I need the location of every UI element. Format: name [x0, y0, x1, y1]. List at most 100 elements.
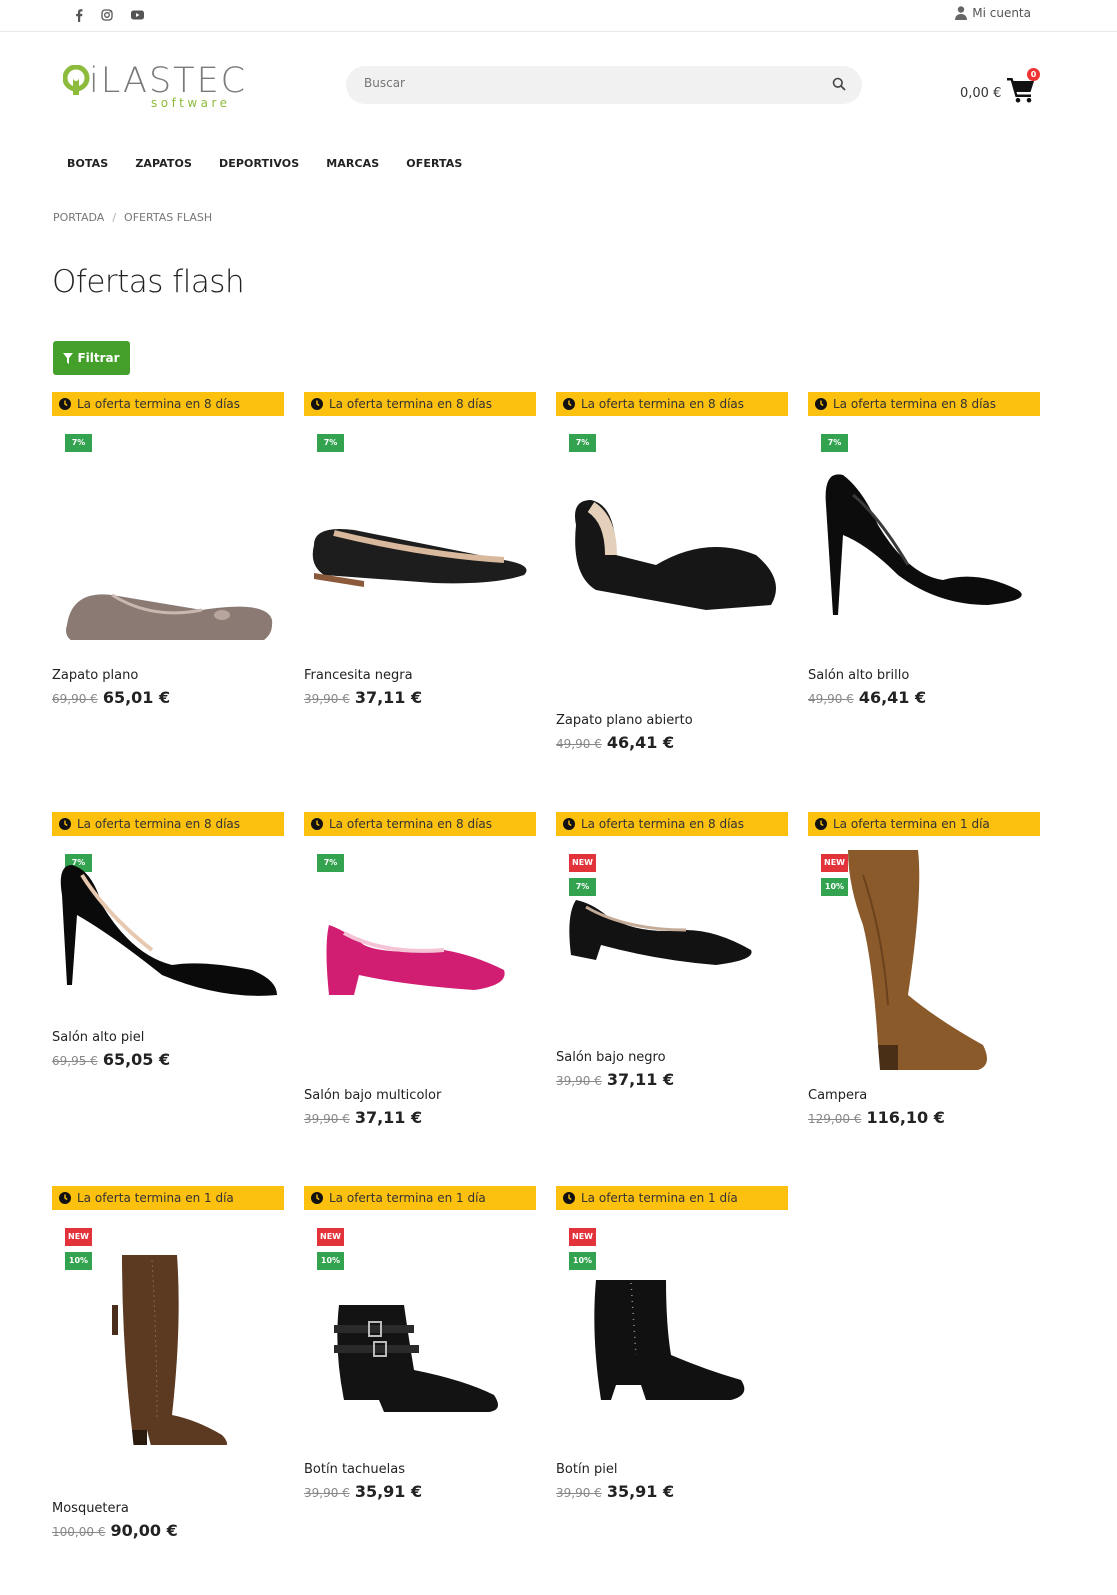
old-price: 49,90 €: [556, 737, 602, 751]
clock-icon: [815, 398, 827, 410]
discount-badge: 7%: [569, 878, 596, 896]
product-card[interactable]: La oferta termina en 1 día NEW 10% Botín pi…: [556, 1186, 788, 1506]
sale-price: 37,11 €: [354, 1108, 423, 1127]
offer-countdown: La oferta termina en 8 días: [556, 392, 788, 416]
new-badge: NEW: [569, 854, 596, 872]
product-name[interactable]: Mosquetera: [52, 1501, 129, 1516]
product-price: 49,90 € 46,41 €: [808, 688, 926, 707]
sale-price: 46,41 €: [858, 688, 927, 707]
discount-badge: 7%: [317, 434, 344, 452]
product-card[interactable]: La oferta termina en 8 días 7% Salón bajo …: [304, 812, 536, 1132]
logo-mark-icon: [63, 65, 90, 95]
instagram-icon[interactable]: [99, 7, 115, 23]
cart-total[interactable]: 0,00 €: [960, 86, 1001, 101]
discount-badge: 7%: [821, 434, 848, 452]
nav-item-deportivos[interactable]: DEPORTIVOS: [219, 157, 299, 170]
product-name[interactable]: Botín tachuelas: [304, 1462, 405, 1477]
product-card[interactable]: La oferta termina en 1 día NEW 10% Campera 1…: [808, 812, 1040, 1132]
search-input[interactable]: [364, 76, 804, 90]
account-link[interactable]: Mi cuenta: [955, 6, 1031, 20]
new-badge: NEW: [65, 1228, 92, 1246]
logo[interactable]: iLASTEC software: [63, 62, 288, 112]
offer-countdown: La oferta termina en 1 día: [556, 1186, 788, 1210]
new-badge: NEW: [569, 1228, 596, 1246]
sale-price: 65,05 €: [102, 1050, 171, 1069]
product-price: 69,90 € 65,01 €: [52, 688, 170, 707]
product-name[interactable]: Francesita negra: [304, 668, 413, 683]
product-name[interactable]: Salón bajo multicolor: [304, 1088, 441, 1103]
breadcrumb: PORTADA / OFERTAS FLASH: [53, 211, 212, 224]
cart-icon[interactable]: [1007, 77, 1035, 103]
nav-item-zapatos[interactable]: ZAPATOS: [135, 157, 192, 170]
facebook-icon[interactable]: [71, 7, 87, 23]
product-image[interactable]: [808, 465, 1040, 639]
nav-item-botas[interactable]: BOTAS: [67, 157, 108, 170]
product-image[interactable]: [808, 845, 1040, 1079]
product-image[interactable]: [304, 915, 536, 1019]
old-price: 49,90 €: [808, 692, 854, 706]
offer-text: La oferta termina en 8 días: [77, 817, 241, 831]
product-image[interactable]: [556, 1275, 788, 1419]
clock-icon: [59, 1192, 71, 1204]
offer-countdown: La oferta termina en 1 día: [304, 1186, 536, 1210]
product-name[interactable]: Botín piel: [556, 1462, 617, 1477]
product-price: 39,90 € 37,11 €: [556, 1070, 674, 1089]
user-icon: [955, 6, 968, 20]
product-card[interactable]: La oferta termina en 8 días 7% Salón alto …: [52, 812, 284, 1074]
breadcrumb-home[interactable]: PORTADA: [53, 211, 104, 224]
product-card[interactable]: La oferta termina en 8 días NEW 7% Salón ba…: [556, 812, 788, 1094]
top-bar: Mi cuenta: [0, 0, 1117, 32]
product-card[interactable]: La oferta termina en 1 día NEW 10% Botín ta…: [304, 1186, 536, 1506]
offer-countdown: La oferta termina en 1 día: [808, 812, 1040, 836]
product-card[interactable]: La oferta termina en 8 días 7% Zapato plan…: [556, 392, 788, 757]
offer-text: La oferta termina en 1 día: [833, 817, 990, 831]
product-card[interactable]: La oferta termina en 1 día NEW 10% Mosquete…: [52, 1186, 284, 1545]
product-image[interactable]: [556, 495, 788, 619]
product-image[interactable]: [52, 1245, 284, 1450]
offer-text: La oferta termina en 8 días: [77, 397, 241, 411]
product-card[interactable]: La oferta termina en 8 días 7% Francesita …: [304, 392, 536, 712]
offer-text: La oferta termina en 1 día: [77, 1191, 234, 1205]
search-icon[interactable]: [832, 77, 846, 91]
product-name[interactable]: Zapato plano abierto: [556, 713, 693, 728]
product-price: 69,95 € 65,05 €: [52, 1050, 170, 1069]
breadcrumb-current: OFERTAS FLASH: [124, 211, 213, 224]
product-name[interactable]: Campera: [808, 1088, 867, 1103]
youtube-icon[interactable]: [129, 7, 145, 23]
product-image[interactable]: [556, 895, 788, 1009]
product-price: 49,90 € 46,41 €: [556, 733, 674, 752]
offer-countdown: La oferta termina en 1 día: [52, 1186, 284, 1210]
product-price: 39,90 € 35,91 €: [304, 1482, 422, 1501]
product-name[interactable]: Salón bajo negro: [556, 1050, 666, 1065]
product-name[interactable]: Zapato plano: [52, 668, 138, 683]
discount-badge: 10%: [317, 1252, 344, 1270]
sale-price: 37,11 €: [354, 688, 423, 707]
old-price: 39,90 €: [304, 692, 350, 706]
product-image[interactable]: [304, 505, 536, 594]
clock-icon: [311, 1192, 323, 1204]
product-card[interactable]: La oferta termina en 8 días 7% Salón alto …: [808, 392, 1040, 712]
main-nav: BOTAS ZAPATOS DEPORTIVOS MARCAS OFERTAS: [67, 157, 489, 170]
product-name[interactable]: Salón alto piel: [52, 1030, 144, 1045]
offer-text: La oferta termina en 8 días: [329, 397, 493, 411]
product-price: 39,90 € 37,11 €: [304, 1108, 422, 1127]
sale-price: 65,01 €: [102, 688, 171, 707]
filter-button[interactable]: Filtrar: [53, 341, 130, 375]
product-name[interactable]: Salón alto brillo: [808, 668, 909, 683]
clock-icon: [59, 818, 71, 830]
product-image[interactable]: [304, 1300, 536, 1424]
discount-badge: 7%: [65, 434, 92, 452]
old-price: 39,90 €: [304, 1112, 350, 1126]
product-price: 129,00 € 116,10 €: [808, 1108, 945, 1127]
product-card[interactable]: La oferta termina en 8 días 7% Zapato plan…: [52, 392, 284, 712]
product-image[interactable]: [52, 540, 284, 650]
nav-item-ofertas[interactable]: OFERTAS: [406, 157, 462, 170]
nav-item-marcas[interactable]: MARCAS: [326, 157, 379, 170]
clock-icon: [815, 818, 827, 830]
offer-text: La oferta termina en 8 días: [581, 817, 745, 831]
product-image[interactable]: [52, 855, 284, 1019]
breadcrumb-separator: /: [112, 211, 117, 224]
clock-icon: [311, 398, 323, 410]
offer-text: La oferta termina en 8 días: [329, 817, 493, 831]
product-price: 39,90 € 35,91 €: [556, 1482, 674, 1501]
